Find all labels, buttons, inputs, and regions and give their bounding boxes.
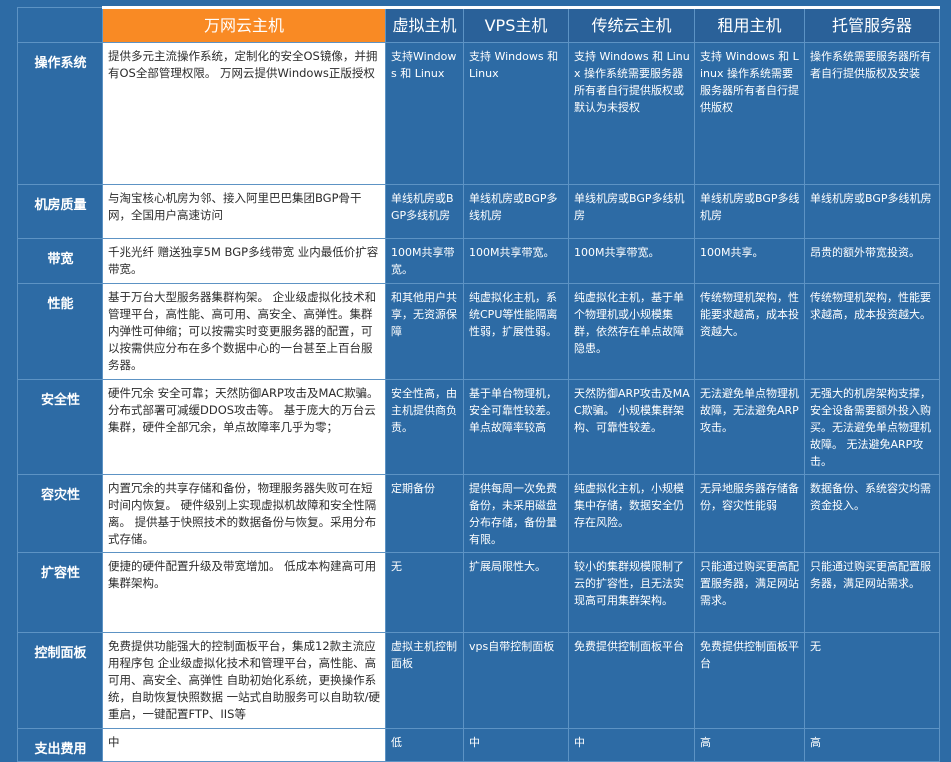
row-label: 机房质量 [17,184,103,239]
cell-rental-host: 无异地服务器存储备份，容灾性能弱 [694,474,805,553]
row-performance: 性能 基于万台大型服务器集群构架。 企业级虚拟化技术和管理平台，高性能、高可用、… [17,283,940,380]
cell-colocation-server: 昂贵的额外带宽投资。 [804,238,940,284]
cell-wanwang-cloud: 硬件冗余 安全可靠；天然防御ARP攻击及MAC欺骗。分布式部署可减缓DDOS攻击… [102,379,386,475]
cell-traditional-cloud: 100M共享带宽。 [568,238,695,284]
cell-colocation-server: 只能通过购买更高配置服务器，满足网站需求。 [804,552,940,633]
row-label: 安全性 [17,379,103,475]
cell-virtual-host: 和其他用户共享，无资源保障 [385,283,464,380]
cell-virtual-host: 单线机房或BGP多线机房 [385,184,464,239]
row-control-panel: 控制面板 免费提供功能强大的控制面板平台，集成12款主流应用程序包 企业级虚拟化… [17,632,940,729]
row-label: 容灾性 [17,474,103,553]
cell-colocation-server: 无 [804,632,940,729]
cell-colocation-server: 无强大的机房架构支撑，安全设备需要额外投入购买。无法避免单点物理机故障。 无法避… [804,379,940,475]
cell-wanwang-cloud: 内置冗余的共享存储和备份，物理服务器失败可在短时间内恢复。 硬件级别上实现虚拟机… [102,474,386,553]
comparison-table: 万网云主机 虚拟主机 VPS主机 传统云主机 租用主机 托管服务器 操作系统 提… [17,6,940,762]
row-label: 带宽 [17,238,103,284]
cell-traditional-cloud: 较小的集群规模限制了云的扩容性，且无法实现高可用集群架构。 [568,552,695,633]
cell-rental-host: 只能通过购买更高配置服务器，满足网站需求。 [694,552,805,633]
cell-traditional-cloud: 纯虚拟化主机，小规模集中存储，数据安全仍存在风险。 [568,474,695,553]
cell-virtual-host: 低 [385,728,464,762]
cell-wanwang-cloud: 免费提供功能强大的控制面板平台，集成12款主流应用程序包 企业级虚拟化技术和管理… [102,632,386,729]
header-row: 万网云主机 虚拟主机 VPS主机 传统云主机 租用主机 托管服务器 [17,6,940,43]
cell-wanwang-cloud: 千兆光纤 赠送独享5M BGP多线带宽 业内最低价扩容带宽。 [102,238,386,284]
header-vps-host: VPS主机 [463,6,569,43]
cell-rental-host: 单线机房或BGP多线机房 [694,184,805,239]
cell-traditional-cloud: 单线机房或BGP多线机房 [568,184,695,239]
header-wanwang-cloud: 万网云主机 [102,6,386,43]
cell-colocation-server: 高 [804,728,940,762]
cell-virtual-host: 虚拟主机控制面板 [385,632,464,729]
cell-rental-host: 无法避免单点物理机故障，无法避免ARP攻击。 [694,379,805,475]
cell-vps-host: 基于单台物理机，安全可靠性较差。单点故障率较高 [463,379,569,475]
cell-colocation-server: 操作系统需要服务器所有者自行提供版权及安装 [804,42,940,185]
header-virtual-host: 虚拟主机 [385,6,464,43]
cell-wanwang-cloud: 便捷的硬件配置升级及带宽增加。 低成本构建高可用集群架构。 [102,552,386,633]
row-bandwidth: 带宽 千兆光纤 赠送独享5M BGP多线带宽 业内最低价扩容带宽。 100M共享… [17,238,940,284]
row-security: 安全性 硬件冗余 安全可靠；天然防御ARP攻击及MAC欺骗。分布式部署可减缓DD… [17,379,940,475]
cell-wanwang-cloud: 中 [102,728,386,762]
cell-rental-host: 100M共享。 [694,238,805,284]
cell-traditional-cloud: 纯虚拟化主机，基于单个物理机或小规模集群，依然存在单点故障隐患。 [568,283,695,380]
row-scalability: 扩容性 便捷的硬件配置升级及带宽增加。 低成本构建高可用集群架构。 无 扩展局限… [17,552,940,633]
row-label: 性能 [17,283,103,380]
row-label: 扩容性 [17,552,103,633]
cell-wanwang-cloud: 基于万台大型服务器集群构架。 企业级虚拟化技术和管理平台，高性能、高可用、高安全… [102,283,386,380]
cell-virtual-host: 100M共享带宽。 [385,238,464,284]
cell-rental-host: 传统物理机架构，性能要求越高，成本投资越大。 [694,283,805,380]
cell-wanwang-cloud: 提供多元主流操作系统，定制化的安全OS镜像，并拥有OS全部管理权限。 万网云提供… [102,42,386,185]
cell-rental-host: 免费提供控制面板平台 [694,632,805,729]
cell-vps-host: 100M共享带宽。 [463,238,569,284]
cell-virtual-host: 无 [385,552,464,633]
cell-traditional-cloud: 免费提供控制面板平台 [568,632,695,729]
row-label: 支出费用 [17,728,103,762]
cell-vps-host: 扩展局限性大。 [463,552,569,633]
cell-traditional-cloud: 天然防御ARP攻击及MAC欺骗。 小规模集群架构、可靠性较差。 [568,379,695,475]
cell-virtual-host: 安全性高，由主机提供商负责。 [385,379,464,475]
header-traditional-cloud: 传统云主机 [568,6,695,43]
cell-colocation-server: 传统物理机架构，性能要求越高，成本投资越大。 [804,283,940,380]
header-rental-host: 租用主机 [694,6,805,43]
row-cost: 支出费用 中 低 中 中 高 高 [17,728,940,762]
cell-vps-host: 中 [463,728,569,762]
row-datacenter: 机房质量 与淘宝核心机房为邻、接入阿里巴巴集团BGP骨干网，全国用户高速访问 单… [17,184,940,239]
cell-colocation-server: 数据备份、系统容灾均需资金投入。 [804,474,940,553]
header-colocation-server: 托管服务器 [804,6,940,43]
row-os: 操作系统 提供多元主流操作系统，定制化的安全OS镜像，并拥有OS全部管理权限。 … [17,42,940,185]
cell-vps-host: 支持 Windows 和 Linux [463,42,569,185]
header-corner [17,7,103,43]
cell-wanwang-cloud: 与淘宝核心机房为邻、接入阿里巴巴集团BGP骨干网，全国用户高速访问 [102,184,386,239]
cell-vps-host: 提供每周一次免费备份，未采用磁盘分布存储，备份量有限。 [463,474,569,553]
cell-virtual-host: 支持Windows 和 Linux [385,42,464,185]
row-disaster-recovery: 容灾性 内置冗余的共享存储和备份，物理服务器失败可在短时间内恢复。 硬件级别上实… [17,474,940,553]
cell-virtual-host: 定期备份 [385,474,464,553]
cell-colocation-server: 单线机房或BGP多线机房 [804,184,940,239]
cell-vps-host: vps自带控制面板 [463,632,569,729]
cell-rental-host: 支持 Windows 和 Linux 操作系统需要服务器所有者自行提供版权 [694,42,805,185]
cell-traditional-cloud: 中 [568,728,695,762]
cell-traditional-cloud: 支持 Windows 和 Linux 操作系统需要服务器所有者自行提供版权或默认… [568,42,695,185]
row-label: 操作系统 [17,42,103,185]
cell-vps-host: 单线机房或BGP多线机房 [463,184,569,239]
cell-vps-host: 纯虚拟化主机，系统CPU等性能隔离性弱，扩展性弱。 [463,283,569,380]
row-label: 控制面板 [17,632,103,729]
cell-rental-host: 高 [694,728,805,762]
